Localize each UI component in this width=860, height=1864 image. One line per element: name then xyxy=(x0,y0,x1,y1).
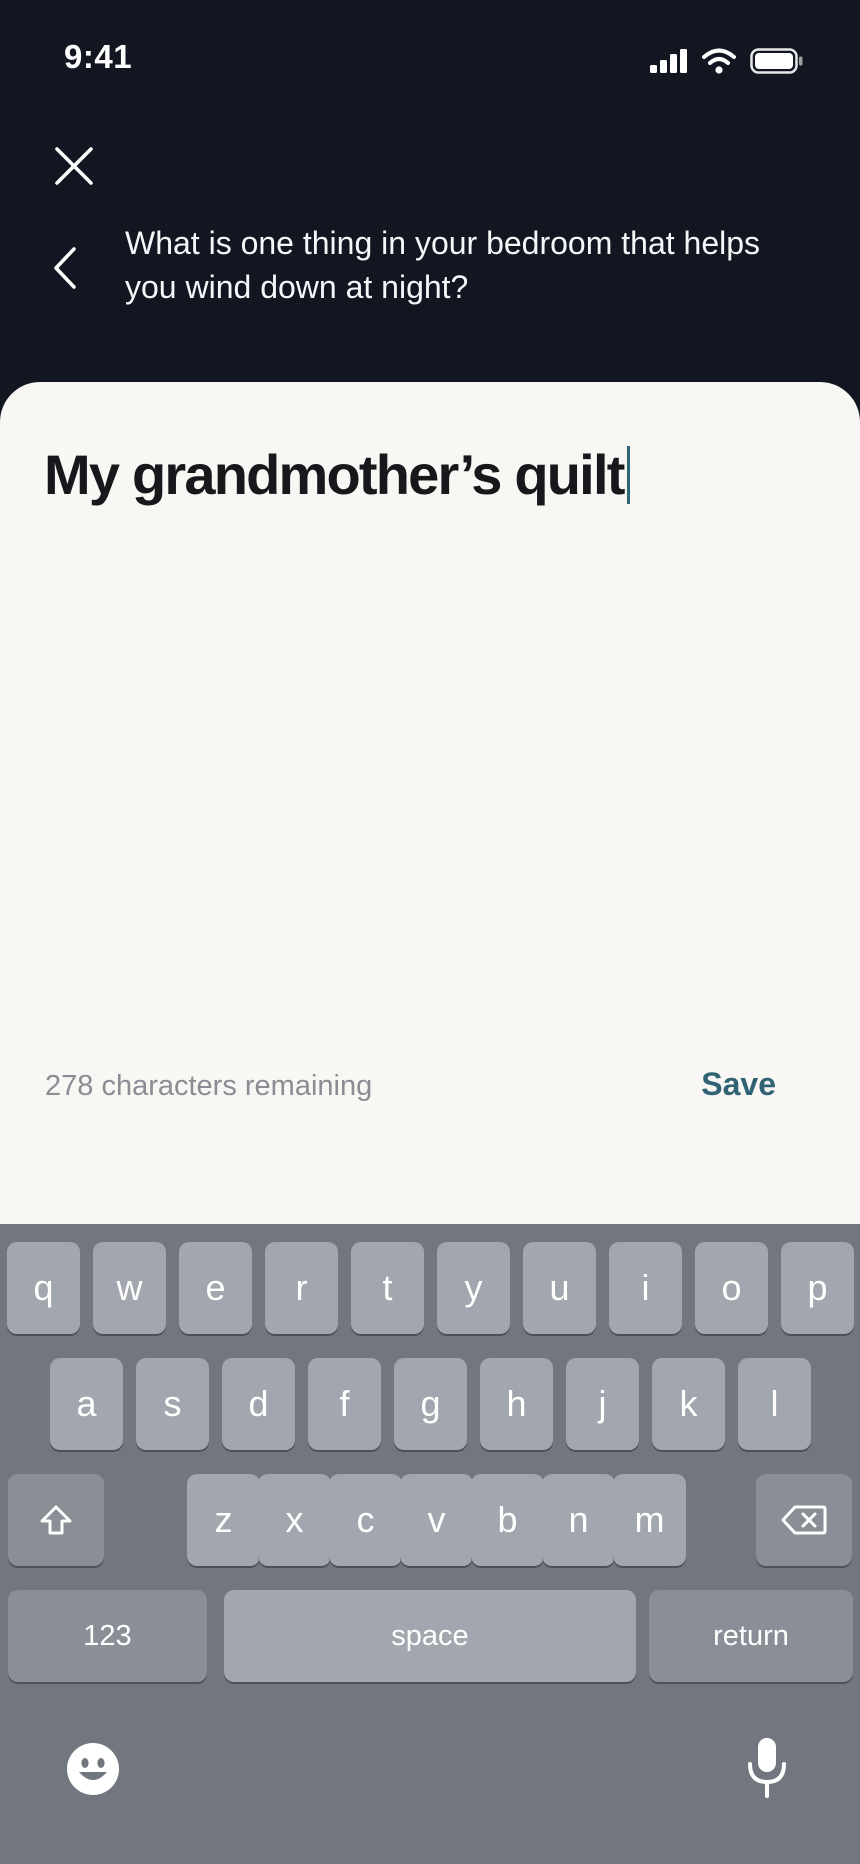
key-z[interactable]: z xyxy=(187,1474,260,1566)
microphone-icon xyxy=(748,1738,786,1798)
key-o[interactable]: o xyxy=(695,1242,768,1334)
key-l[interactable]: l xyxy=(738,1358,811,1450)
key-y[interactable]: y xyxy=(437,1242,510,1334)
dictation-button[interactable] xyxy=(740,1734,794,1802)
key-t[interactable]: t xyxy=(351,1242,424,1334)
key-d[interactable]: d xyxy=(222,1358,295,1450)
wifi-icon xyxy=(702,48,736,74)
key-w[interactable]: w xyxy=(93,1242,166,1334)
text-cursor xyxy=(626,446,630,504)
character-counter: 278 characters remaining xyxy=(45,1070,373,1102)
key-k[interactable]: k xyxy=(652,1358,725,1450)
key-u[interactable]: u xyxy=(523,1242,596,1334)
key-s[interactable]: s xyxy=(136,1358,209,1450)
key-a[interactable]: a xyxy=(50,1358,123,1450)
space-key[interactable]: space xyxy=(224,1590,636,1682)
close-button[interactable] xyxy=(46,138,102,194)
answer-input[interactable]: My grandmother’s quilt xyxy=(44,440,824,510)
save-button[interactable]: Save xyxy=(701,1066,776,1103)
key-m[interactable]: m xyxy=(613,1474,686,1566)
battery-icon xyxy=(750,48,803,74)
key-b[interactable]: b xyxy=(471,1474,544,1566)
keyboard: q w e r t y u i o p a s d f g h j k l z … xyxy=(0,1224,860,1864)
cellular-signal-icon xyxy=(650,49,687,73)
chevron-left-icon xyxy=(54,247,76,289)
status-time: 9:41 xyxy=(64,38,133,75)
key-h[interactable]: h xyxy=(480,1358,553,1450)
backspace-icon xyxy=(781,1505,827,1535)
question-title: What is one thing in your bedroom that h… xyxy=(125,225,761,305)
key-p[interactable]: p xyxy=(781,1242,854,1334)
emoji-button[interactable] xyxy=(62,1738,124,1800)
numbers-key[interactable]: 123 xyxy=(8,1590,207,1682)
status-bar: 9:41 xyxy=(0,0,860,120)
return-key[interactable]: return xyxy=(649,1590,853,1682)
key-x[interactable]: x xyxy=(258,1474,331,1566)
key-n[interactable]: n xyxy=(542,1474,615,1566)
close-icon xyxy=(55,147,93,185)
shift-icon xyxy=(40,1505,72,1535)
key-v[interactable]: v xyxy=(400,1474,473,1566)
shift-key[interactable] xyxy=(8,1474,104,1566)
key-g[interactable]: g xyxy=(394,1358,467,1450)
status-icons xyxy=(650,44,804,78)
delete-key[interactable] xyxy=(756,1474,852,1566)
key-j[interactable]: j xyxy=(566,1358,639,1450)
emoji-icon xyxy=(67,1743,119,1795)
back-button[interactable] xyxy=(40,238,90,298)
key-e[interactable]: e xyxy=(179,1242,252,1334)
key-f[interactable]: f xyxy=(308,1358,381,1450)
key-i[interactable]: i xyxy=(609,1242,682,1334)
key-r[interactable]: r xyxy=(265,1242,338,1334)
answer-text: My grandmother’s quilt xyxy=(44,443,625,506)
key-c[interactable]: c xyxy=(329,1474,402,1566)
answer-sheet xyxy=(0,382,860,1242)
key-q[interactable]: q xyxy=(7,1242,80,1334)
